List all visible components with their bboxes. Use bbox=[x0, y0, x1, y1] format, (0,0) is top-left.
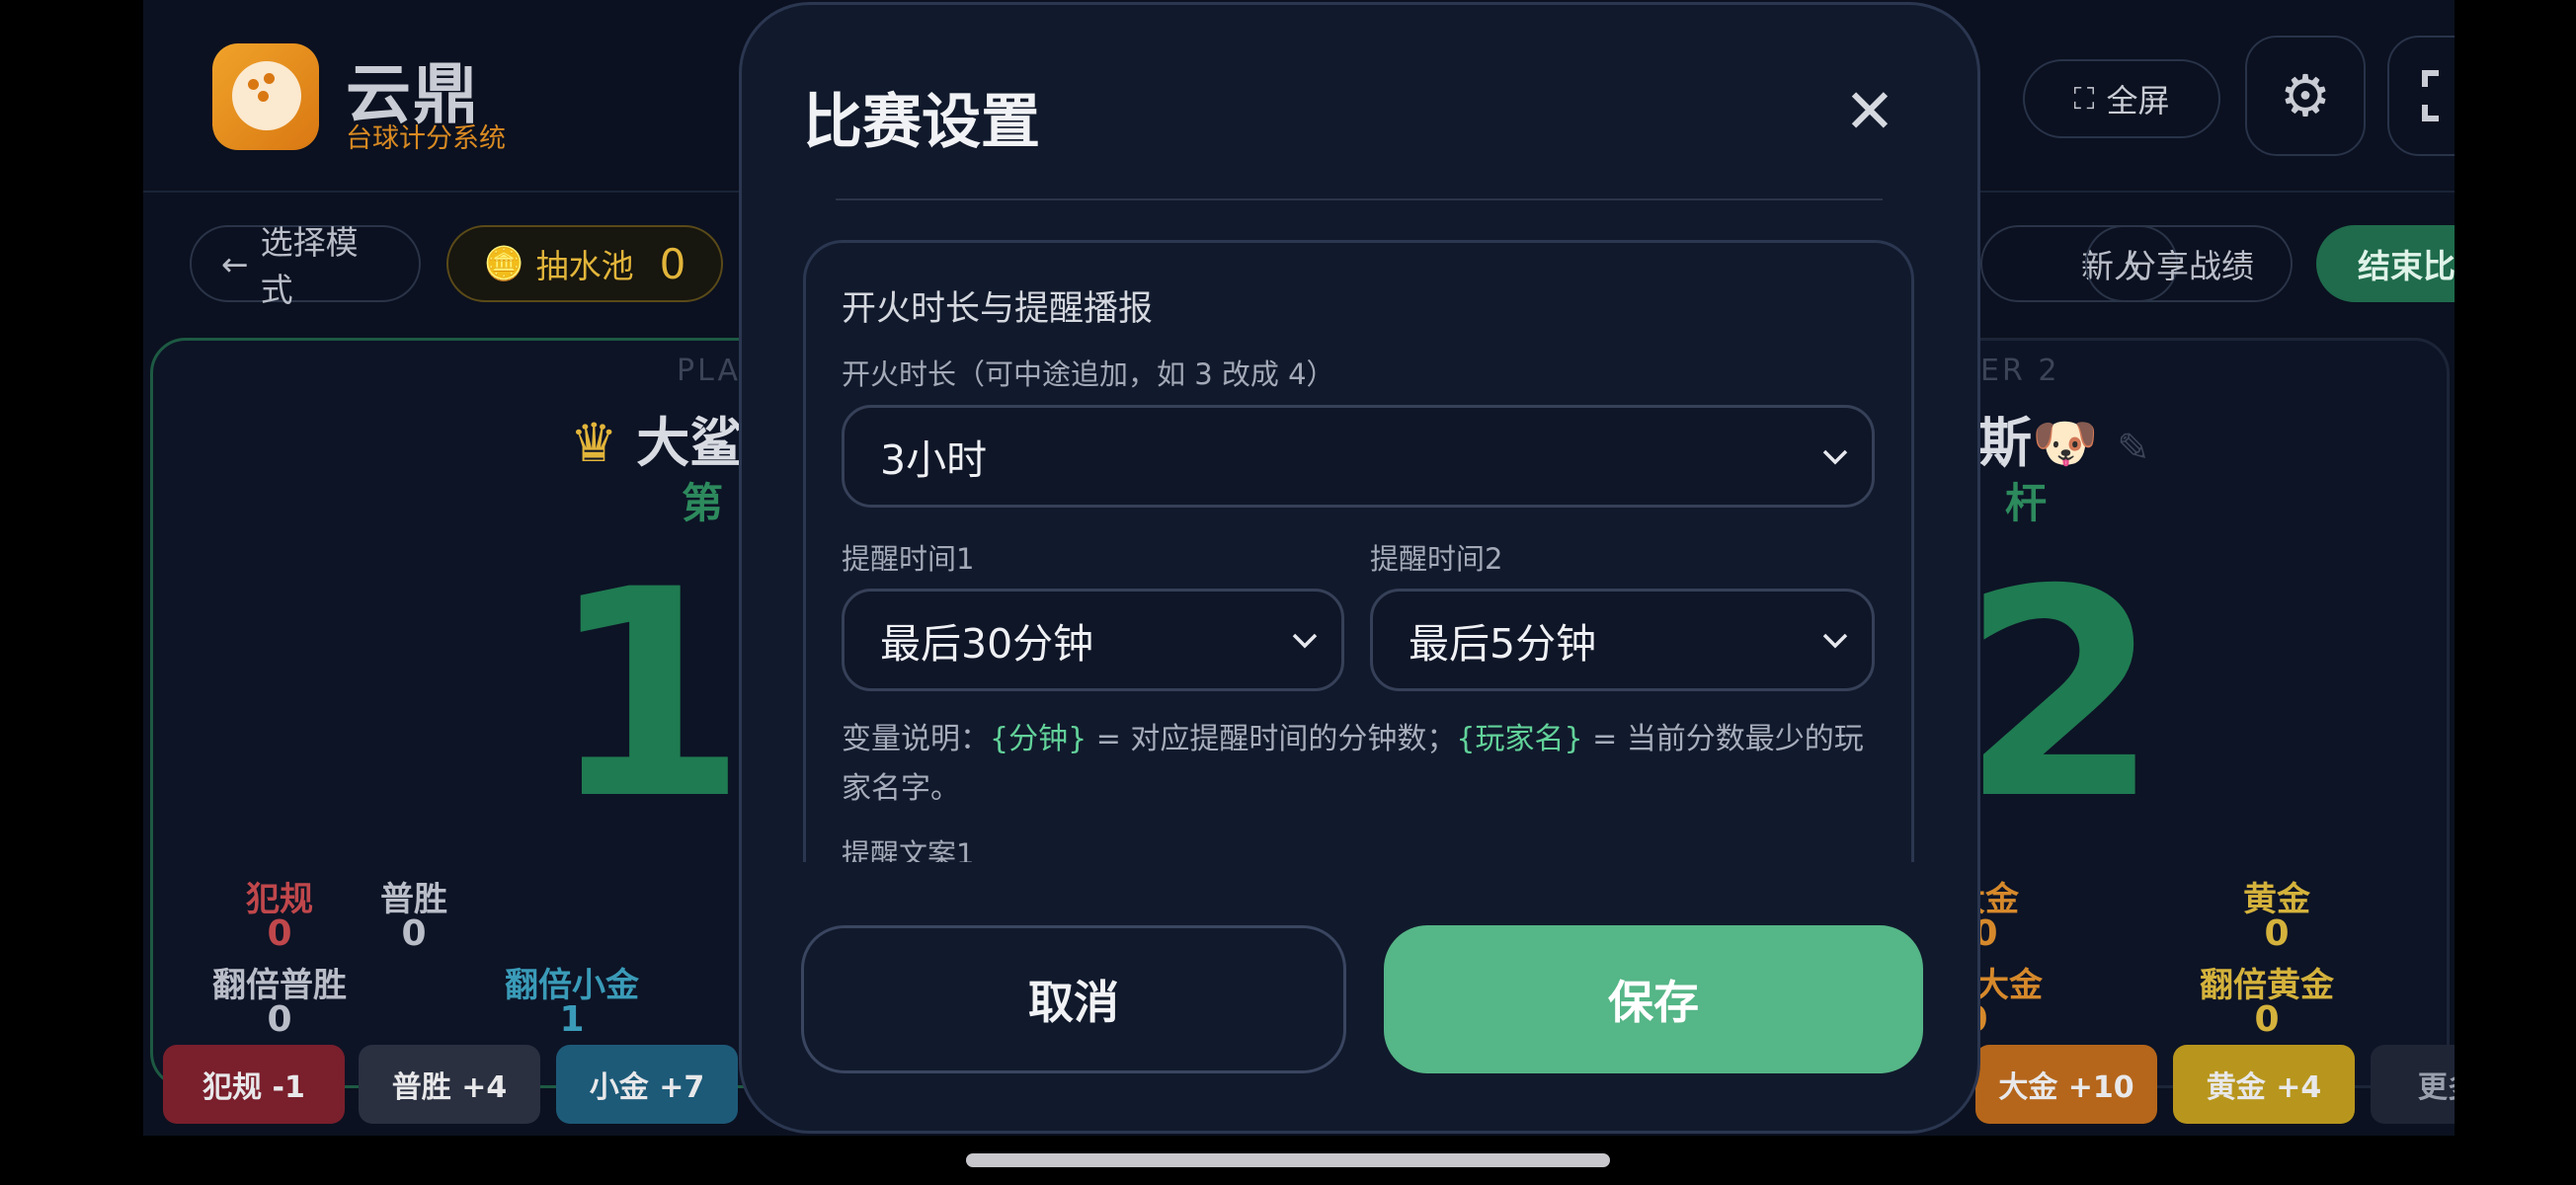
divider bbox=[836, 198, 1883, 200]
variable-player-name: {玩家名} bbox=[1456, 722, 1583, 756]
dialog-title: 比赛设置 bbox=[803, 88, 1040, 157]
variable-minutes: {分钟} bbox=[990, 722, 1087, 756]
close-icon[interactable]: ✕ bbox=[1840, 81, 1899, 142]
chevron-down-icon bbox=[1822, 633, 1848, 649]
duration-select[interactable]: 3小时 bbox=[842, 405, 1875, 508]
reminder2-label: 提醒时间2 bbox=[1370, 542, 1503, 576]
reminder-text1-label: 提醒文案1 bbox=[842, 837, 975, 862]
duration-value: 3小时 bbox=[880, 436, 988, 484]
section-title: 开火时长与提醒播报 bbox=[842, 289, 1154, 329]
reminder1-value: 最后30分钟 bbox=[880, 620, 1094, 668]
reminder2-select[interactable]: 最后5分钟 bbox=[1370, 589, 1875, 691]
variables-note: 变量说明：{分钟} = 对应提醒时间的分钟数；{玩家名} = 当前分数最少的玩家… bbox=[842, 722, 1864, 806]
reminder1-select[interactable]: 最后30分钟 bbox=[842, 589, 1344, 691]
duration-reminder-section: 开火时长与提醒播报 开火时长（可中途追加，如 3 改成 4） 3小时 提醒时间1… bbox=[803, 240, 1914, 862]
match-settings-dialog: 比赛设置 ✕ 开火时长与提醒播报 开火时长（可中途追加，如 3 改成 4） 3小… bbox=[739, 2, 1980, 1134]
reminder1-label: 提醒时间1 bbox=[842, 542, 975, 576]
cancel-button[interactable]: 取消 bbox=[801, 925, 1346, 1073]
modal-overlay: 比赛设置 ✕ 开火时长与提醒播报 开火时长（可中途追加，如 3 改成 4） 3小… bbox=[0, 0, 2576, 1185]
chevron-down-icon bbox=[1292, 633, 1318, 649]
save-button[interactable]: 保存 bbox=[1384, 925, 1923, 1073]
reminder2-value: 最后5分钟 bbox=[1409, 620, 1597, 668]
home-indicator[interactable] bbox=[966, 1153, 1610, 1167]
duration-label: 开火时长（可中途追加，如 3 改成 4） bbox=[842, 357, 1335, 391]
chevron-down-icon bbox=[1822, 449, 1848, 465]
